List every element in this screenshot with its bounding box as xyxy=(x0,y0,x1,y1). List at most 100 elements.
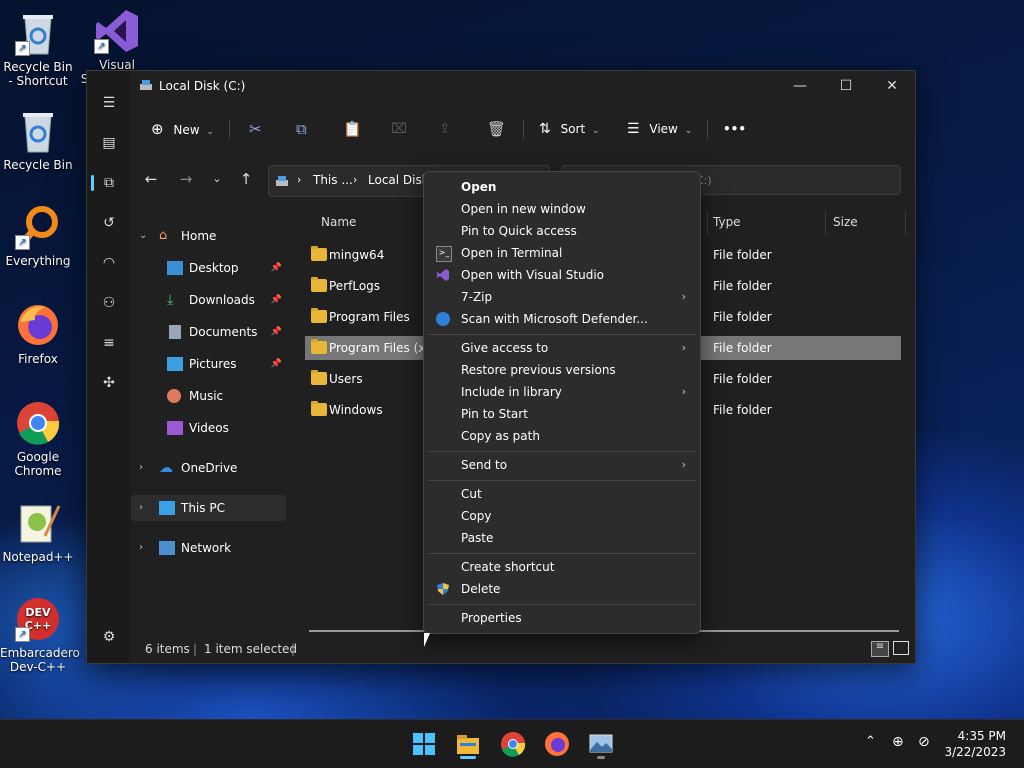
chrome-icon xyxy=(501,732,526,757)
paste-button[interactable]: 📋 xyxy=(343,117,362,141)
menu-item-open[interactable]: Open xyxy=(428,176,696,198)
new-button[interactable]: ⊕ New ⌄ xyxy=(151,117,214,141)
gauge-icon[interactable]: ◠ xyxy=(99,253,119,273)
chevron-up-icon[interactable]: ⌃ xyxy=(865,734,876,749)
close-button[interactable]: ✕ xyxy=(869,71,915,101)
start-button[interactable] xyxy=(410,730,438,758)
history-icon[interactable]: ↺ xyxy=(99,213,119,233)
menu-item-open-visual-studio[interactable]: Open with Visual Studio xyxy=(428,264,696,286)
minimize-button[interactable]: — xyxy=(777,71,823,101)
nav-network[interactable]: › Network xyxy=(131,535,286,561)
taskbar-file-explorer[interactable] xyxy=(454,730,482,759)
menu-item-create-shortcut[interactable]: Create shortcut xyxy=(428,556,696,578)
list-icon[interactable]: ≡ xyxy=(99,333,119,353)
taskbar-firefox[interactable] xyxy=(543,730,571,758)
column-header-name[interactable]: Name xyxy=(321,215,356,229)
scissors-icon: ✂ xyxy=(249,120,262,138)
view-button[interactable]: ☰ View ⌄ xyxy=(627,117,692,141)
maximize-button[interactable]: ☐ xyxy=(823,71,869,101)
share-button[interactable]: ⇪ xyxy=(439,117,451,141)
menu-separator xyxy=(428,553,696,554)
menu-item-include-library[interactable]: Include in library › xyxy=(428,381,696,403)
people-icon[interactable]: ⚇ xyxy=(99,293,119,313)
nav-pictures[interactable]: Pictures 📌 xyxy=(131,351,286,377)
nav-videos[interactable]: Videos xyxy=(131,415,286,441)
menu-item-pin-quick-access[interactable]: Pin to Quick access xyxy=(428,220,696,242)
breadcrumb-this-pc[interactable]: This ... xyxy=(313,173,353,187)
sort-button[interactable]: ⇅ Sort ⌄ xyxy=(539,117,600,141)
back-button[interactable]: ← xyxy=(139,167,163,191)
hamburger-menu-icon[interactable]: ☰ xyxy=(99,93,119,113)
cut-button[interactable]: ✂ xyxy=(249,117,262,141)
toolbar-separator xyxy=(523,119,524,139)
nav-music[interactable]: Music xyxy=(131,383,286,409)
menu-item-give-access[interactable]: Give access to › xyxy=(428,337,696,359)
more-options-button[interactable]: ••• xyxy=(723,117,746,141)
tiles-view-icon[interactable] xyxy=(893,641,909,655)
network-disconnected-icon[interactable]: ⊘ xyxy=(918,734,930,750)
pin-icon[interactable]: 📌 xyxy=(271,287,282,313)
taskbar-photos[interactable] xyxy=(587,730,615,759)
menu-item-delete[interactable]: Delete xyxy=(428,578,696,600)
menu-item-restore-versions[interactable]: Restore previous versions xyxy=(428,359,696,381)
nav-desktop[interactable]: Desktop 📌 xyxy=(131,255,286,281)
nav-this-pc[interactable]: › This PC xyxy=(131,495,286,521)
desktop-icon-chrome[interactable]: Google Chrome xyxy=(0,400,76,478)
nav-downloads[interactable]: ⤓ Downloads 📌 xyxy=(131,287,286,313)
title-bar[interactable]: Local Disk (C:) — ☐ ✕ xyxy=(131,71,915,101)
firefox-icon xyxy=(545,732,569,756)
menu-item-scan-defender[interactable]: Scan with Microsoft Defender... xyxy=(428,308,696,330)
folder-icon xyxy=(311,308,327,323)
forward-button[interactable]: → xyxy=(174,167,198,191)
nav-onedrive[interactable]: › ☁ OneDrive xyxy=(131,455,286,481)
desktop-icon-recycle-bin[interactable]: Recycle Bin xyxy=(0,108,76,172)
copy-button[interactable]: ⧉ xyxy=(296,117,307,141)
column-divider[interactable] xyxy=(825,211,826,235)
menu-item-open-terminal[interactable]: >_ Open in Terminal xyxy=(428,242,696,264)
pin-icon[interactable]: 📌 xyxy=(271,351,282,377)
menu-item-open-new-window[interactable]: Open in new window xyxy=(428,198,696,220)
settings-icon[interactable]: ⚙ xyxy=(99,627,119,647)
pin-icon[interactable]: 📌 xyxy=(271,319,282,345)
menu-item-properties[interactable]: Properties xyxy=(428,607,696,629)
svg-text:DEV: DEV xyxy=(25,606,51,619)
activity-icon[interactable]: ⧉ xyxy=(99,173,119,193)
menu-item-paste[interactable]: Paste xyxy=(428,527,696,549)
menu-item-7zip[interactable]: 7-Zip › xyxy=(428,286,696,308)
file-name: Program Files xyxy=(329,310,410,324)
menu-item-send-to[interactable]: Send to › xyxy=(428,454,696,476)
taskbar-chrome[interactable] xyxy=(499,730,527,758)
nav-home[interactable]: ⌄ ⌂ Home xyxy=(131,223,286,249)
folder-icon xyxy=(311,277,327,292)
desktop-icon-everything[interactable]: ↗ Everything xyxy=(0,204,76,268)
folder-icon xyxy=(311,401,327,416)
breadcrumb-chevron-icon: › xyxy=(353,173,358,186)
pin-icon[interactable]: 📌 xyxy=(271,255,282,281)
rename-button[interactable]: ⌧ xyxy=(391,117,407,141)
nav-documents[interactable]: Documents 📌 xyxy=(131,319,286,345)
widgets-icon[interactable]: ▤ xyxy=(99,133,119,153)
breadcrumb-local-disk[interactable]: Local Disk xyxy=(368,173,429,187)
menu-item-copy[interactable]: Copy xyxy=(428,505,696,527)
up-button[interactable]: ↑ xyxy=(234,167,258,191)
menu-item-pin-start[interactable]: Pin to Start xyxy=(428,403,696,425)
desktop-icon-devcpp[interactable]: DEV C++ ↗ Embarcadero Dev-C++ xyxy=(0,596,80,674)
breadcrumb-chevron-icon: › xyxy=(297,173,302,186)
column-header-type[interactable]: Type xyxy=(713,215,741,229)
shortcut-arrow-icon: ↗ xyxy=(15,627,30,642)
column-header-size[interactable]: Size xyxy=(833,215,858,229)
recent-locations-button[interactable]: ⌄ xyxy=(205,167,229,191)
column-divider[interactable] xyxy=(707,211,708,235)
system-clock[interactable]: 4:35 PM 3/22/2023 xyxy=(944,728,1006,760)
menu-item-cut[interactable]: Cut xyxy=(428,483,696,505)
desktop-icon-firefox[interactable]: Firefox xyxy=(0,302,76,366)
language-globe-icon[interactable]: ⊕ xyxy=(892,734,904,750)
desktop-icon-recycle-bin-shortcut[interactable]: ↗ Recycle Bin - Shortcut xyxy=(0,10,76,88)
desktop-icon-notepadpp[interactable]: Notepad++ xyxy=(0,500,76,564)
delete-button[interactable]: 🗑 xyxy=(487,117,506,141)
menu-item-copy-path[interactable]: Copy as path xyxy=(428,425,696,447)
column-divider[interactable] xyxy=(905,211,906,235)
extensions-icon[interactable]: ✣ xyxy=(99,373,119,393)
clock-time: 4:35 PM xyxy=(957,729,1006,743)
details-view-icon[interactable]: ≡ xyxy=(871,641,889,657)
